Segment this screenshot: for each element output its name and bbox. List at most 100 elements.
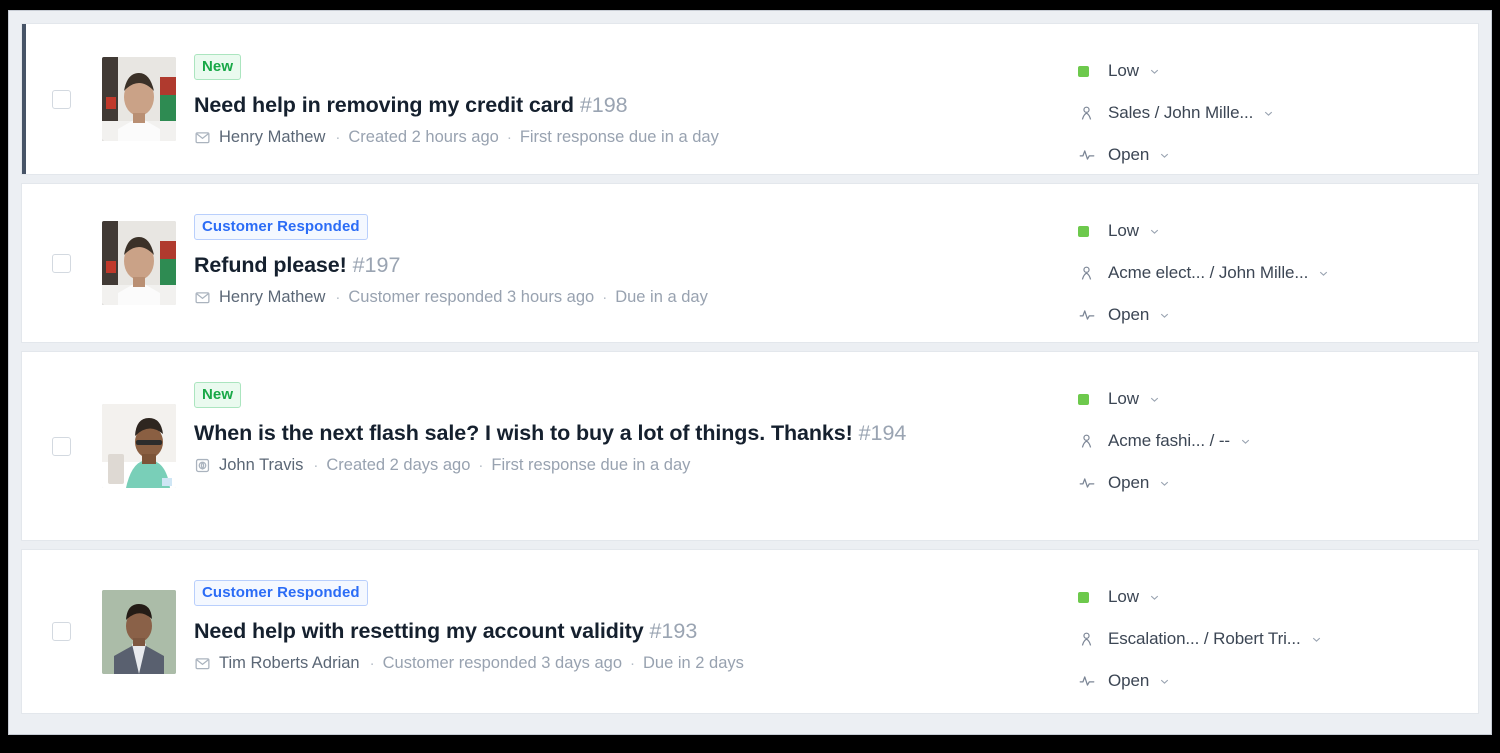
status-badge: Customer Responded bbox=[194, 214, 368, 240]
requester-name: Henry Mathew bbox=[219, 287, 326, 306]
avatar bbox=[102, 221, 176, 305]
ticket-subject[interactable]: Need help with resetting my account vali… bbox=[194, 617, 1058, 646]
ticket-id: #197 bbox=[352, 253, 401, 277]
row-select-checkbox[interactable] bbox=[51, 622, 71, 641]
assignment-dropdown[interactable]: Escalation... / Robert Tri... bbox=[1078, 618, 1470, 660]
ticket-id: #193 bbox=[649, 619, 698, 643]
table-row[interactable]: Customer Responded Refund please! #197 H… bbox=[21, 183, 1479, 343]
meta-separator: · bbox=[506, 128, 512, 146]
status-dropdown[interactable]: Open bbox=[1078, 660, 1470, 702]
email-icon bbox=[194, 655, 211, 672]
agent-icon bbox=[1078, 631, 1108, 648]
status-value: Open bbox=[1108, 305, 1150, 324]
page-surface: New Need help in removing my credit card… bbox=[8, 10, 1492, 735]
ticket-subject[interactable]: When is the next flash sale? I wish to b… bbox=[194, 419, 1058, 448]
ticket-subject[interactable]: Refund please! #197 bbox=[194, 251, 1058, 280]
activity-pulse-icon bbox=[1078, 672, 1108, 690]
priority-value: Low bbox=[1108, 61, 1139, 80]
priority-dropdown[interactable]: Low bbox=[1078, 576, 1470, 618]
requester-name: Tim Roberts Adrian bbox=[219, 653, 360, 672]
priority-dropdown[interactable]: Low bbox=[1078, 210, 1470, 252]
ticket-meta: Henry Mathew · Created 2 hours ago · Fir… bbox=[194, 128, 1058, 148]
sla-text: Due in a day bbox=[615, 287, 708, 306]
activity-pulse-icon bbox=[1078, 306, 1108, 324]
activity-text: Created 2 hours ago bbox=[348, 127, 499, 146]
chevron-down-icon bbox=[1148, 393, 1161, 406]
meta-separator: · bbox=[335, 128, 341, 146]
requester-name: Henry Mathew bbox=[219, 127, 326, 146]
assignment-dropdown[interactable]: Sales / John Mille... bbox=[1078, 92, 1470, 134]
priority-dropdown[interactable]: Low bbox=[1078, 50, 1470, 92]
chevron-down-icon bbox=[1310, 633, 1323, 646]
avatar bbox=[102, 589, 176, 674]
ticket-properties: Low Acme elect... / John Mille... Open bbox=[1078, 184, 1478, 336]
meta-separator: · bbox=[369, 654, 375, 672]
ticket-meta: John Travis · Created 2 days ago · First… bbox=[194, 456, 1058, 476]
assignment-dropdown[interactable]: Acme fashi... / -- bbox=[1078, 420, 1470, 462]
ticket-meta: Tim Roberts Adrian · Customer responded … bbox=[194, 654, 1058, 674]
chevron-down-icon bbox=[1158, 477, 1171, 490]
status-dropdown[interactable]: Open bbox=[1078, 134, 1470, 176]
assignment-value: Acme elect... / John Mille... bbox=[1108, 263, 1309, 282]
ticket-subject-text: When is the next flash sale? I wish to b… bbox=[194, 421, 853, 445]
status-value: Open bbox=[1108, 671, 1150, 690]
ticket-subject-text: Need help with resetting my account vali… bbox=[194, 619, 644, 643]
avatar bbox=[102, 404, 176, 488]
ticket-content: Customer Responded Refund please! #197 H… bbox=[194, 184, 1078, 308]
priority-dropdown[interactable]: Low bbox=[1078, 378, 1470, 420]
status-badge: New bbox=[194, 54, 242, 80]
ticket-subject[interactable]: Need help in removing my credit card #19… bbox=[194, 91, 1058, 120]
email-icon bbox=[194, 129, 211, 146]
table-row[interactable]: New When is the next flash sale? I wish … bbox=[21, 351, 1479, 541]
assignment-value: Escalation... / Robert Tri... bbox=[1108, 629, 1301, 648]
ticket-list: New Need help in removing my credit card… bbox=[21, 23, 1479, 720]
chevron-down-icon bbox=[1158, 149, 1171, 162]
app-frame: New Need help in removing my credit card… bbox=[0, 0, 1500, 753]
status-value: Open bbox=[1108, 473, 1150, 492]
ticket-properties: Low Sales / John Mille... Open bbox=[1078, 24, 1478, 176]
avatar-cell bbox=[100, 352, 194, 540]
ticket-content: New When is the next flash sale? I wish … bbox=[194, 352, 1078, 476]
row-select-checkbox[interactable] bbox=[51, 89, 71, 109]
table-row[interactable]: Customer Responded Need help with resett… bbox=[21, 549, 1479, 714]
assignment-dropdown[interactable]: Acme elect... / John Mille... bbox=[1078, 252, 1470, 294]
ticket-subject-text: Refund please! bbox=[194, 253, 347, 277]
meta-separator: · bbox=[630, 654, 636, 672]
ticket-meta: Henry Mathew · Customer responded 3 hour… bbox=[194, 288, 1058, 308]
activity-text: Customer responded 3 days ago bbox=[382, 653, 623, 672]
meta-separator: · bbox=[313, 456, 319, 474]
ticket-subject-text: Need help in removing my credit card bbox=[194, 93, 574, 117]
priority-indicator-icon bbox=[1078, 591, 1108, 603]
table-row[interactable]: New Need help in removing my credit card… bbox=[21, 23, 1479, 175]
avatar bbox=[102, 57, 176, 141]
status-badge: New bbox=[194, 382, 242, 408]
email-icon bbox=[194, 289, 211, 306]
ticket-properties: Low Acme fashi... / -- Open bbox=[1078, 352, 1478, 504]
status-dropdown[interactable]: Open bbox=[1078, 294, 1470, 336]
chevron-down-icon bbox=[1262, 107, 1275, 120]
ticket-properties: Low Escalation... / Robert Tri... Open bbox=[1078, 550, 1478, 702]
row-select-checkbox[interactable] bbox=[51, 253, 71, 273]
chevron-down-icon bbox=[1148, 591, 1161, 604]
status-dropdown[interactable]: Open bbox=[1078, 462, 1470, 504]
chevron-down-icon bbox=[1158, 309, 1171, 322]
agent-icon bbox=[1078, 265, 1108, 282]
priority-indicator-icon bbox=[1078, 225, 1108, 237]
priority-value: Low bbox=[1108, 389, 1139, 408]
agent-icon bbox=[1078, 105, 1108, 122]
avatar-cell bbox=[100, 24, 194, 174]
meta-separator: · bbox=[602, 288, 608, 306]
meta-separator: · bbox=[335, 288, 341, 306]
priority-value: Low bbox=[1108, 221, 1139, 240]
priority-value: Low bbox=[1108, 587, 1139, 606]
activity-pulse-icon bbox=[1078, 474, 1108, 492]
row-checkbox-cell bbox=[22, 352, 100, 540]
row-select-checkbox[interactable] bbox=[51, 436, 71, 456]
avatar-cell bbox=[100, 184, 194, 342]
chevron-down-icon bbox=[1158, 675, 1171, 688]
activity-pulse-icon bbox=[1078, 146, 1108, 164]
priority-indicator-icon bbox=[1078, 393, 1108, 405]
activity-text: Created 2 days ago bbox=[326, 455, 471, 474]
chevron-down-icon bbox=[1148, 65, 1161, 78]
activity-text: Customer responded 3 hours ago bbox=[348, 287, 595, 306]
